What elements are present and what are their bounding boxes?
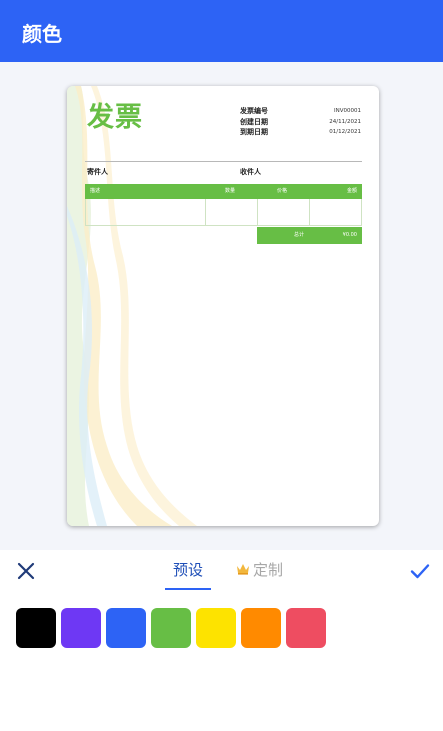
total-value: ¥0.00 bbox=[342, 232, 357, 238]
invoice-preview: 发票 发票编号 INV00001 创建日期 24/11/2021 到期日期 01… bbox=[67, 86, 379, 526]
column-divider bbox=[309, 199, 310, 225]
meta-value: INV00001 bbox=[334, 108, 361, 114]
swatch-purple[interactable] bbox=[61, 608, 101, 648]
close-icon bbox=[17, 562, 35, 580]
tab-custom-label: 定制 bbox=[253, 561, 284, 579]
column-divider bbox=[257, 199, 258, 225]
table-header: 描述 数量 价格 金额 bbox=[85, 184, 362, 199]
divider bbox=[85, 161, 362, 162]
meta-value: 24/11/2021 bbox=[329, 118, 361, 125]
sender-label: 寄件人 bbox=[87, 168, 108, 176]
invoice-meta: 发票编号 INV00001 创建日期 24/11/2021 到期日期 01/12… bbox=[240, 106, 361, 138]
invoice-title: 发票 bbox=[87, 102, 143, 133]
table-row bbox=[85, 199, 362, 226]
total-bar: 总计 ¥0.00 bbox=[257, 227, 362, 244]
tab-preset[interactable]: 预设 bbox=[165, 558, 211, 584]
swatch-black[interactable] bbox=[16, 608, 56, 648]
col-description: 描述 bbox=[90, 188, 101, 194]
check-icon bbox=[410, 564, 430, 579]
page-title: 颜色 bbox=[22, 22, 62, 46]
recipient-label: 收件人 bbox=[240, 168, 261, 176]
meta-row-due: 到期日期 01/12/2021 bbox=[240, 127, 361, 138]
swatch-red[interactable] bbox=[286, 608, 326, 648]
col-quantity: 数量 bbox=[225, 188, 236, 194]
col-price: 价格 bbox=[277, 188, 288, 194]
swatch-green[interactable] bbox=[151, 608, 191, 648]
swatch-orange[interactable] bbox=[241, 608, 281, 648]
col-amount: 金额 bbox=[346, 188, 357, 194]
confirm-button[interactable] bbox=[408, 559, 432, 583]
meta-row-created: 创建日期 24/11/2021 bbox=[240, 117, 361, 128]
meta-label: 到期日期 bbox=[240, 128, 268, 136]
tab-custom[interactable]: 定制 bbox=[236, 558, 286, 584]
total-label: 总计 bbox=[294, 232, 305, 238]
swatch-blue[interactable] bbox=[106, 608, 146, 648]
column-divider bbox=[205, 199, 206, 225]
tabs-bar: 预设 定制 bbox=[0, 550, 443, 592]
crown-icon bbox=[237, 564, 249, 575]
tab-active-indicator bbox=[165, 588, 211, 590]
app-bar: 颜色 bbox=[0, 0, 443, 62]
meta-label: 发票编号 bbox=[240, 107, 268, 115]
close-button[interactable] bbox=[14, 559, 38, 583]
meta-row-number: 发票编号 INV00001 bbox=[240, 106, 361, 117]
swatch-yellow[interactable] bbox=[196, 608, 236, 648]
meta-value: 01/12/2021 bbox=[329, 129, 361, 135]
wave-decoration bbox=[67, 86, 197, 526]
meta-label: 创建日期 bbox=[240, 117, 268, 126]
